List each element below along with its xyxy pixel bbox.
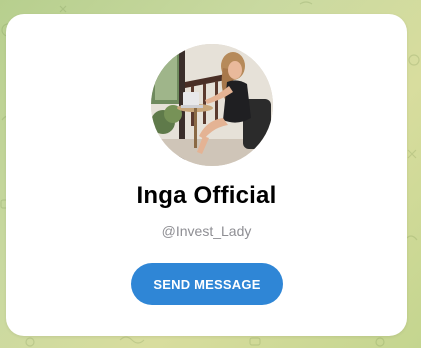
profile-avatar[interactable]: [151, 44, 273, 166]
profile-card: Inga Official @Invest_Lady SEND MESSAGE: [6, 14, 407, 336]
profile-username: @Invest_Lady: [161, 223, 252, 239]
profile-photo-icon: [151, 44, 273, 166]
profile-name: Inga Official: [136, 182, 277, 209]
send-message-button[interactable]: SEND MESSAGE: [131, 263, 283, 305]
